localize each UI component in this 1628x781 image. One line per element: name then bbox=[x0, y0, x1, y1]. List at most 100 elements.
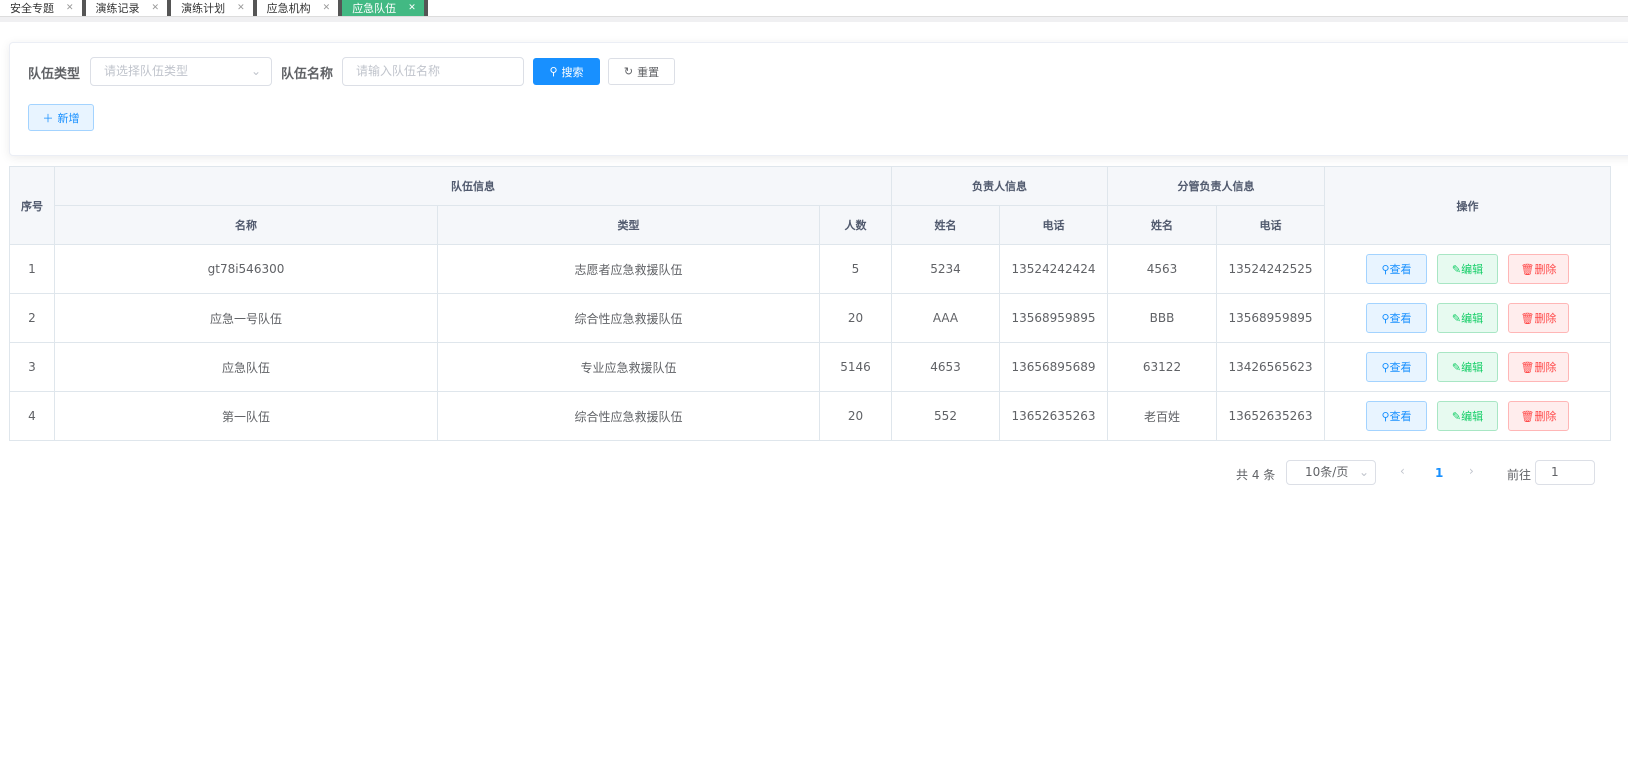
cell-leader-name: 4653 bbox=[891, 342, 1000, 392]
add-label: 新增 bbox=[57, 111, 80, 125]
header-type: 类型 bbox=[437, 205, 820, 245]
cell-actions: ⚲ 查看 ✎ 编辑 🗑 删除 bbox=[1324, 244, 1611, 294]
view-label: 查看 bbox=[1389, 361, 1412, 374]
close-icon[interactable]: ✕ bbox=[408, 3, 416, 13]
tab-drill-records[interactable]: 演练记录 ✕ bbox=[85, 0, 172, 16]
cell-type: 志愿者应急救援队伍 bbox=[437, 244, 820, 294]
tab-label: 应急队伍 bbox=[352, 2, 397, 15]
view-label: 查看 bbox=[1389, 312, 1412, 325]
table-row: 2 应急一号队伍 综合性应急救援队伍 20 AAA 13568959895 BBB 13568… bbox=[9, 293, 1611, 343]
search-label: 搜索 bbox=[561, 65, 584, 79]
view-button[interactable]: ⚲ 查看 bbox=[1366, 254, 1427, 284]
cell-actions: ⚲ 查看 ✎ 编辑 🗑 删除 bbox=[1324, 342, 1611, 392]
cell-deputy-phone: 13568959895 bbox=[1216, 293, 1325, 343]
table-row: 4 第一队伍 综合性应急救援队伍 20 552 13652635263 老百姓 1365263… bbox=[9, 391, 1611, 441]
team-name-input[interactable]: 请输入队伍名称 bbox=[342, 57, 524, 86]
edit-button[interactable]: ✎ 编辑 bbox=[1437, 352, 1498, 382]
tab-label: 安全专题 bbox=[10, 2, 54, 15]
edit-icon: ✎ bbox=[1451, 262, 1462, 276]
edit-icon: ✎ bbox=[1451, 311, 1462, 325]
search-icon: ⚲ bbox=[1381, 262, 1390, 276]
cell-name: 应急队伍 bbox=[54, 342, 438, 392]
delete-button[interactable]: 🗑 删除 bbox=[1508, 303, 1569, 333]
tab-label: 应急机构 bbox=[266, 2, 311, 15]
cell-index: 1 bbox=[9, 244, 55, 294]
cell-actions: ⚲ 查看 ✎ 编辑 🗑 删除 bbox=[1324, 391, 1611, 441]
next-page-button[interactable]: › bbox=[1469, 464, 1474, 478]
table-row: 3 应急队伍 专业应急救援队伍 5146 4653 13656895689 63122 134… bbox=[9, 342, 1611, 392]
reset-button[interactable]: ↻ 重置 bbox=[608, 58, 675, 85]
edit-button[interactable]: ✎ 编辑 bbox=[1437, 401, 1498, 431]
tab-safety-topic[interactable]: 安全专题 ✕ bbox=[0, 0, 86, 16]
edit-button[interactable]: ✎ 编辑 bbox=[1437, 254, 1498, 284]
edit-label: 编辑 bbox=[1461, 410, 1484, 423]
cell-count: 20 bbox=[819, 293, 892, 343]
add-button[interactable]: ＋新增 bbox=[28, 104, 94, 131]
cell-deputy-name: 老百姓 bbox=[1107, 391, 1217, 441]
trash-icon: 🗑 bbox=[1520, 262, 1535, 276]
search-icon: ⚲ bbox=[1381, 311, 1390, 325]
cell-type: 综合性应急救援队伍 bbox=[437, 391, 820, 441]
refresh-icon: ↻ bbox=[623, 65, 634, 78]
cell-index: 4 bbox=[9, 391, 55, 441]
trash-icon: 🗑 bbox=[1520, 360, 1535, 374]
team-type-select[interactable]: 请选择队伍类型 ⌄ bbox=[90, 57, 272, 86]
view-label: 查看 bbox=[1389, 410, 1412, 423]
header-leader-name: 姓名 bbox=[891, 205, 1000, 245]
close-icon[interactable]: ✕ bbox=[323, 3, 331, 13]
tab-bar: 安全专题 ✕ 演练记录 ✕ 演练计划 ✕ 应急机构 ✕ 应急队伍 ✕ bbox=[0, 0, 1628, 17]
team-type-label: 队伍类型 bbox=[28, 67, 81, 82]
view-button[interactable]: ⚲ 查看 bbox=[1366, 352, 1427, 382]
header-index: 序号 bbox=[9, 166, 55, 245]
cell-actions: ⚲ 查看 ✎ 编辑 🗑 删除 bbox=[1324, 293, 1611, 343]
edit-button[interactable]: ✎ 编辑 bbox=[1437, 303, 1498, 333]
view-button[interactable]: ⚲ 查看 bbox=[1366, 401, 1427, 431]
cell-count: 5 bbox=[819, 244, 892, 294]
header-leader-phone: 电话 bbox=[999, 205, 1108, 245]
tab-drill-plan[interactable]: 演练计划 ✕ bbox=[171, 0, 257, 16]
cell-leader-name: AAA bbox=[891, 293, 1000, 343]
cell-leader-name: 552 bbox=[891, 391, 1000, 441]
header-leader-info: 负责人信息 bbox=[891, 166, 1108, 206]
trash-icon: 🗑 bbox=[1520, 311, 1535, 325]
cell-leader-phone: 13656895689 bbox=[999, 342, 1108, 392]
tab-emergency-team[interactable]: 应急队伍 ✕ bbox=[342, 0, 428, 16]
cell-index: 3 bbox=[9, 342, 55, 392]
prev-page-button[interactable]: ‹ bbox=[1400, 464, 1405, 478]
search-icon: ⚲ bbox=[1381, 409, 1390, 423]
edit-label: 编辑 bbox=[1461, 312, 1484, 325]
delete-label: 删除 bbox=[1534, 410, 1557, 423]
edit-icon: ✎ bbox=[1451, 409, 1462, 423]
close-icon[interactable]: ✕ bbox=[66, 3, 74, 13]
search-button[interactable]: ⚲ 搜索 bbox=[533, 58, 600, 85]
delete-button[interactable]: 🗑 删除 bbox=[1508, 254, 1569, 284]
cell-deputy-name: 4563 bbox=[1107, 244, 1217, 294]
page-size-value: 10条/页 bbox=[1305, 465, 1349, 479]
filter-card: 队伍类型 请选择队伍类型 ⌄ 队伍名称 请输入队伍名称 ⚲ 搜索 ↻ 重置 ＋新增 bbox=[9, 42, 1628, 156]
header-count: 人数 bbox=[819, 205, 892, 245]
search-icon: ⚲ bbox=[1381, 360, 1390, 374]
view-button[interactable]: ⚲ 查看 bbox=[1366, 303, 1427, 333]
tab-emergency-org[interactable]: 应急机构 ✕ bbox=[256, 0, 343, 16]
trash-icon: 🗑 bbox=[1520, 409, 1535, 423]
goto-page-input[interactable]: 1 bbox=[1535, 460, 1595, 485]
placeholder: 请选择队伍类型 bbox=[104, 64, 189, 78]
delete-label: 删除 bbox=[1534, 312, 1557, 325]
close-icon[interactable]: ✕ bbox=[152, 3, 160, 13]
page-1-button[interactable]: 1 bbox=[1435, 466, 1443, 480]
cell-deputy-phone: 13426565623 bbox=[1216, 342, 1325, 392]
tab-label: 演练计划 bbox=[181, 2, 226, 15]
reset-label: 重置 bbox=[637, 65, 660, 79]
cell-name: 应急一号队伍 bbox=[54, 293, 438, 343]
edit-label: 编辑 bbox=[1461, 361, 1484, 374]
cell-leader-name: 5234 bbox=[891, 244, 1000, 294]
cell-deputy-phone: 13524242525 bbox=[1216, 244, 1325, 294]
page-size-select[interactable]: 10条/页 ⌄ bbox=[1286, 460, 1376, 485]
close-icon[interactable]: ✕ bbox=[237, 3, 245, 13]
header-actions: 操作 bbox=[1324, 166, 1611, 245]
goto-label: 前往 bbox=[1507, 468, 1532, 482]
delete-button[interactable]: 🗑 删除 bbox=[1508, 352, 1569, 382]
cell-name: gt78i546300 bbox=[54, 244, 438, 294]
delete-button[interactable]: 🗑 删除 bbox=[1508, 401, 1569, 431]
delete-label: 删除 bbox=[1534, 263, 1557, 276]
